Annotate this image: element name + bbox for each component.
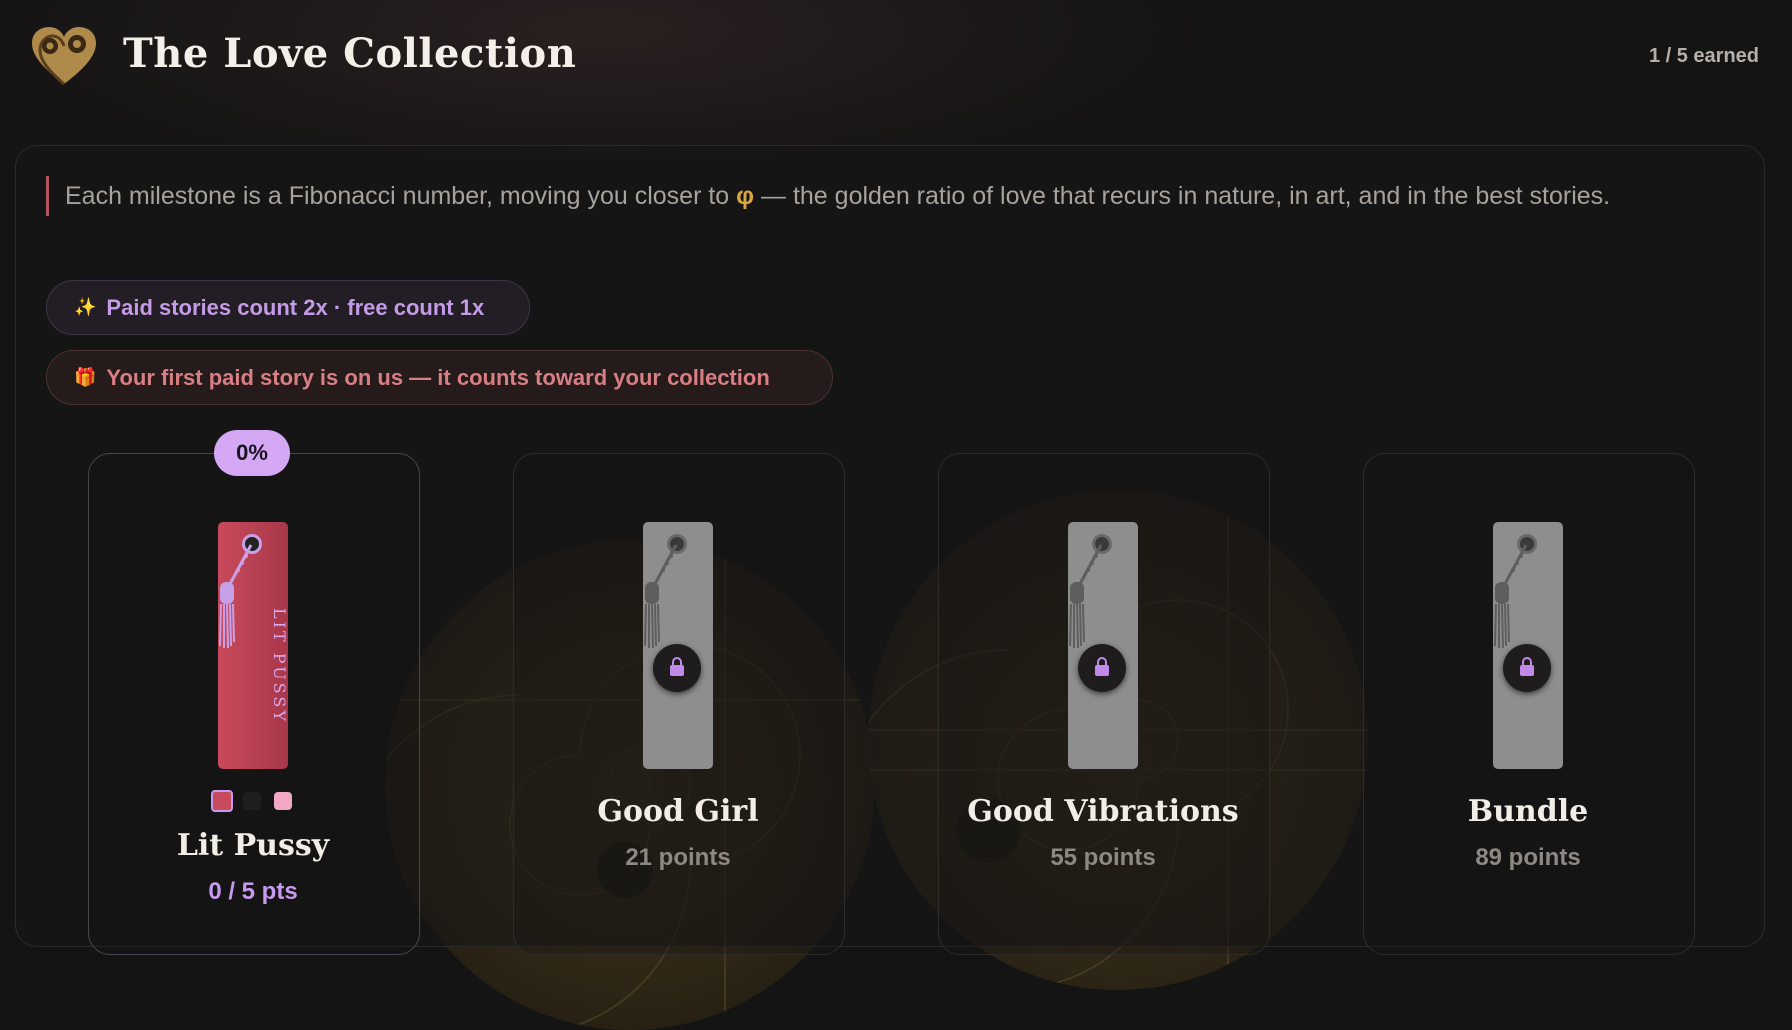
lock-icon: [1078, 644, 1126, 692]
tassel-icon: [1494, 544, 1528, 649]
card-title: Good Girl: [597, 794, 759, 829]
color-swatch-black[interactable]: [243, 792, 261, 810]
progress-badge: 0%: [214, 430, 290, 476]
card-points: 89 points: [1475, 844, 1581, 871]
intro-text: Each milestone is a Fibonacci number, mo…: [65, 182, 730, 210]
phi-symbol: φ: [736, 182, 755, 210]
tassel-icon: [1069, 544, 1103, 649]
earned-count: 1 / 5 earned: [1648, 45, 1759, 67]
card-points: 21 points: [625, 844, 731, 871]
tassel-icon: [644, 544, 678, 649]
color-swatch-rose[interactable]: [211, 790, 233, 812]
card-progress: 0 / 5 pts: [208, 878, 298, 905]
bookmark-tag[interactable]: LIT PUSSY: [218, 522, 289, 769]
color-swatch-pink[interactable]: [274, 792, 292, 810]
tag-label: LIT PUSSY: [270, 608, 289, 724]
intro-text-continued: — the golden ratio of love that recurs i…: [761, 182, 1611, 210]
lock-icon: [653, 644, 701, 692]
paid-multiplier-pill: ✨ Paid stories count 2x · free count 1x: [46, 280, 530, 335]
card-title: Good Vibrations: [967, 794, 1239, 829]
card-points: 55 points: [1050, 844, 1156, 871]
header: The Love Collection 1 / 5 earned: [0, 0, 1792, 116]
gift-icon: 🎁: [74, 367, 97, 387]
first-paid-story-pill: 🎁 Your first paid story is on us — it co…: [46, 350, 833, 405]
card-title: Lit Pussy: [176, 828, 330, 863]
heart-spiral-icon: [30, 26, 98, 86]
lock-icon: [1503, 644, 1551, 692]
intro-quote: Each milestone is a Fibonacci number, mo…: [46, 176, 1725, 216]
paid-multiplier-label: Paid stories count 2x · free count 1x: [106, 294, 485, 320]
first-paid-story-label: Your first paid story is on us — it coun…: [106, 364, 770, 390]
sparkles-icon: ✨: [74, 297, 97, 317]
card-title: Bundle: [1467, 794, 1589, 829]
tassel-icon: [219, 544, 253, 649]
page-title: The Love Collection: [123, 30, 577, 77]
